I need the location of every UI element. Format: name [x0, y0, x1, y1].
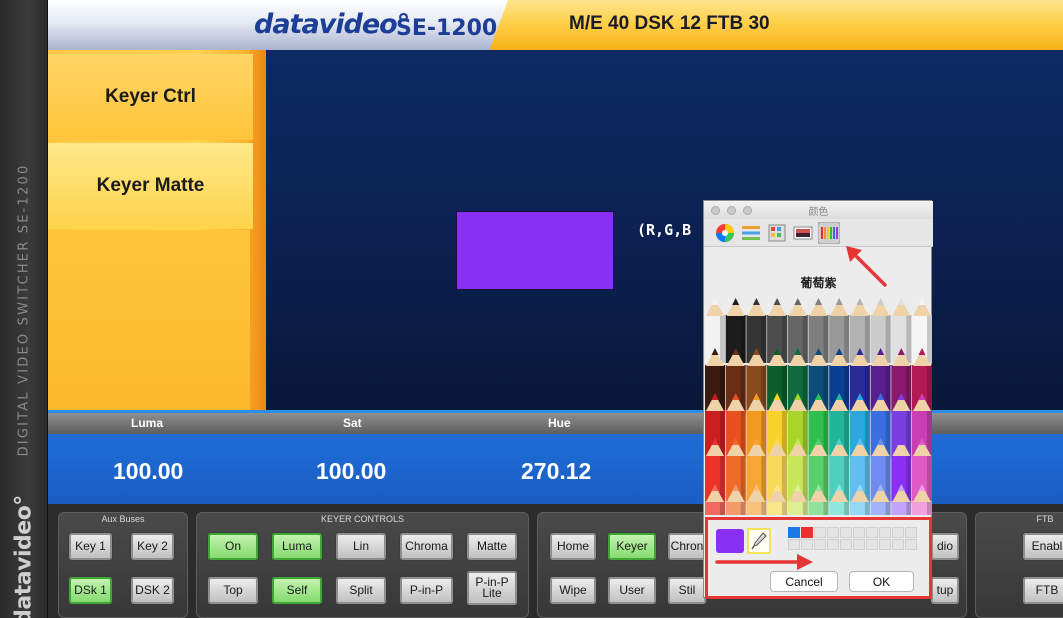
ftb-enable-button[interactable]: Enabl	[1022, 532, 1063, 561]
hue-value[interactable]: 270.12	[521, 458, 591, 485]
key1-button[interactable]: Key 1	[68, 532, 113, 561]
keyer-self-button[interactable]: Self	[271, 576, 323, 605]
audio-button[interactable]: dio	[930, 532, 960, 561]
ftb-title: FTB	[1036, 514, 1054, 524]
sidebar-item-keyer-matte[interactable]: Keyer Matte	[48, 143, 253, 229]
sidebar-item-keyer-ctrl[interactable]: Keyer Ctrl	[48, 54, 253, 140]
custom-swatch[interactable]	[788, 527, 800, 538]
sliders-icon[interactable]	[741, 223, 761, 243]
custom-swatch[interactable]	[892, 527, 904, 538]
custom-swatch[interactable]	[853, 527, 865, 538]
pencils-icon[interactable]	[818, 222, 840, 244]
sat-label: Sat	[343, 416, 362, 430]
toolbar-arrow-icon	[846, 246, 887, 287]
custom-swatch[interactable]	[814, 539, 826, 550]
model-name: SE-1200	[396, 16, 498, 41]
custom-swatch[interactable]	[827, 527, 839, 538]
ok-button[interactable]: OK	[849, 571, 914, 592]
custom-swatch[interactable]	[853, 539, 865, 550]
current-color-well[interactable]	[716, 529, 744, 553]
custom-swatch[interactable]	[866, 539, 878, 550]
keyer-pinp-lite-button[interactable]: P-in-P Lite	[466, 570, 518, 606]
brand-strip: DIGITAL VIDEO SWITCHER SE-1200 datavideo…	[0, 0, 48, 618]
rgb-label: (R,G,B	[637, 221, 692, 239]
swatch-arrow-icon	[715, 554, 813, 570]
sidebar-empty-area	[48, 230, 253, 410]
color-name: 葡萄紫	[800, 276, 837, 290]
keyer-lin-button[interactable]: Lin	[335, 532, 387, 561]
datavideo-logo: datavideo°	[254, 9, 410, 40]
pencils-palette[interactable]	[704, 297, 933, 515]
picker-titlebar[interactable]: 颜色	[704, 201, 933, 219]
chroma-menu-button[interactable]: Chron	[667, 532, 707, 561]
brand-vertical-logo: datavideo°	[11, 495, 37, 618]
brand-vertical-text: DIGITAL VIDEO SWITCHER SE-1200	[16, 163, 32, 457]
palettes-icon[interactable]	[767, 223, 787, 243]
color-wheel-icon[interactable]	[715, 223, 735, 243]
keyer-top-button[interactable]: Top	[207, 576, 259, 605]
custom-swatch[interactable]	[801, 527, 813, 538]
custom-swatch[interactable]	[840, 527, 852, 538]
key2-button[interactable]: Key 2	[130, 532, 175, 561]
keyer-luma-button[interactable]: Luma	[271, 532, 323, 561]
luma-value[interactable]: 100.00	[113, 458, 183, 485]
custom-swatch[interactable]	[788, 539, 800, 550]
custom-swatch[interactable]	[827, 539, 839, 550]
picker-title: 颜色	[808, 207, 829, 218]
ftb-button[interactable]: FTB	[1022, 576, 1063, 605]
matte-color-swatch[interactable]	[456, 211, 614, 290]
home-button[interactable]: Home	[549, 532, 597, 561]
luma-label: Luma	[131, 416, 164, 430]
user-button[interactable]: User	[607, 576, 657, 605]
eyedropper-icon	[751, 532, 767, 550]
picker-toolbar	[704, 219, 933, 247]
setup-button[interactable]: tup	[930, 576, 960, 605]
custom-swatch[interactable]	[840, 539, 852, 550]
dsk1-button[interactable]: DSk 1	[68, 576, 113, 605]
eyedropper-button[interactable]	[747, 528, 771, 554]
wipe-button[interactable]: Wipe	[549, 576, 597, 605]
keyer-controls-title: KEYER CONTROLS	[320, 514, 405, 524]
cancel-button[interactable]: Cancel	[770, 571, 838, 592]
custom-swatch[interactable]	[905, 527, 917, 538]
custom-swatch[interactable]	[801, 539, 813, 550]
still-button[interactable]: Stil	[667, 576, 707, 605]
keyer-on-button[interactable]: On	[207, 532, 259, 561]
keyer-pinp-button[interactable]: P-in-P	[399, 576, 454, 605]
custom-swatch[interactable]	[814, 527, 826, 538]
custom-swatch[interactable]	[879, 539, 891, 550]
keyer-menu-button[interactable]: Keyer	[607, 532, 657, 561]
custom-swatch[interactable]	[892, 539, 904, 550]
keyer-chroma-button[interactable]: Chroma	[399, 532, 454, 561]
custom-swatch[interactable]	[905, 539, 917, 550]
keyer-split-button[interactable]: Split	[335, 576, 387, 605]
sat-value[interactable]: 100.00	[316, 458, 386, 485]
aux-buses-title: Aux Buses	[101, 514, 145, 524]
custom-swatch[interactable]	[866, 527, 878, 538]
keyer-matte-button[interactable]: Matte	[466, 532, 518, 561]
color-picker-window: 颜色 葡萄紫 Cancel OK	[703, 200, 933, 599]
image-palette-icon[interactable]	[793, 223, 813, 243]
dsk2-button[interactable]: DSK 2	[130, 576, 175, 605]
header-stats: M/E 40 DSK 12 FTB 30	[569, 13, 770, 34]
custom-swatch[interactable]	[879, 527, 891, 538]
hue-label: Hue	[548, 416, 571, 430]
